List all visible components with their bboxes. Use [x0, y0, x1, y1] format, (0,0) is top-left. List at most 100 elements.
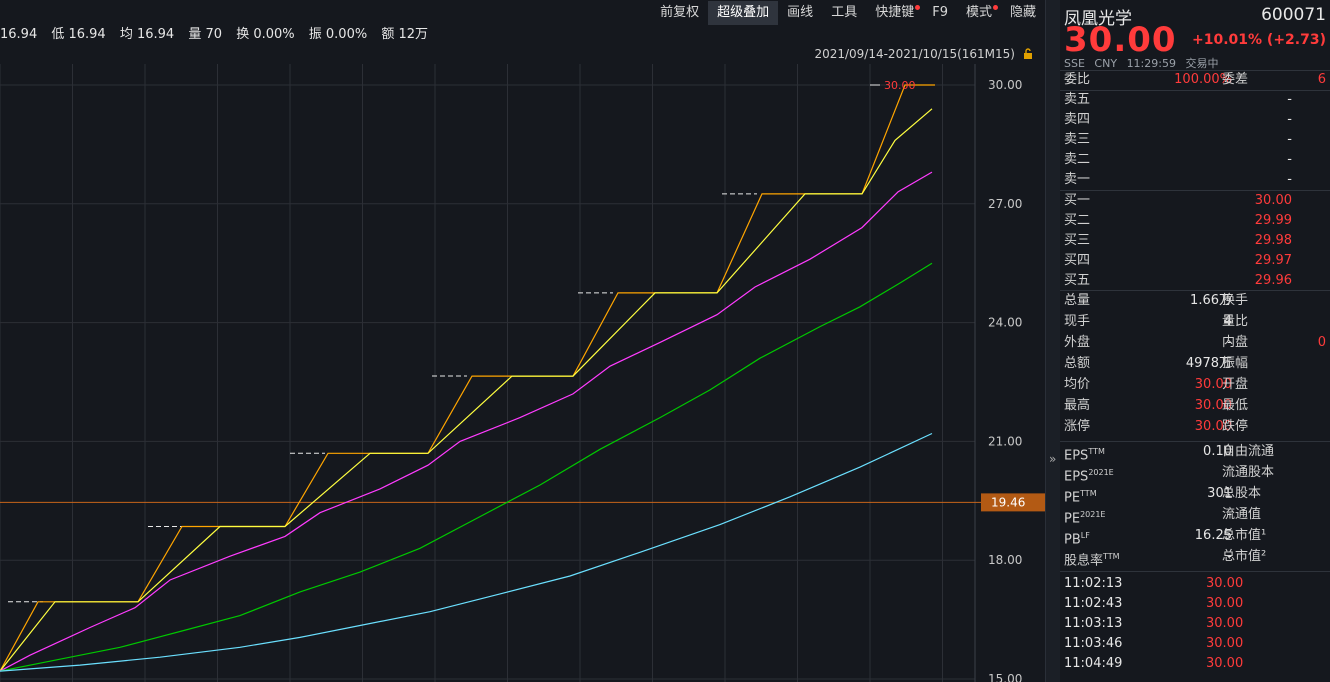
fundamental-suffix: TTM	[1088, 447, 1105, 456]
chart-toolbar: 前复权 超级叠加 画线 工具 快捷键 F9 模式 隐藏	[651, 0, 1045, 26]
fundamental-name: EPS	[1064, 469, 1089, 485]
super-overlay-button[interactable]: 超级叠加	[708, 1, 779, 25]
avg-value: 均 16.94	[119, 27, 175, 42]
y-tick-label: 24.00	[988, 316, 1022, 330]
trade-time: 11:03:13	[1064, 616, 1123, 631]
ask-label: 卖一	[1064, 172, 1091, 187]
amplitude-value: 振 0.00%	[308, 27, 368, 42]
stat-label-2: 内盘	[1222, 335, 1249, 350]
trade-price: 30.00	[1206, 636, 1244, 651]
ask-label: 卖五	[1064, 92, 1091, 107]
fundamental-suffix: 2021E	[1088, 468, 1114, 477]
f9-button[interactable]: F9	[923, 1, 957, 25]
fundamental-suffix: 2021E	[1080, 510, 1106, 519]
fundamental-suffix: TTM	[1103, 552, 1120, 561]
fundamental-name: 股息率	[1064, 553, 1104, 569]
chart-area[interactable]: 前复权 超级叠加 画线 工具 快捷键 F9 模式 隐藏 16.94 低 16.9…	[0, 0, 1045, 682]
panel-divider[interactable]: »	[1045, 0, 1061, 682]
trade-price: 30.00	[1206, 596, 1244, 611]
bid-price: 29.96	[1254, 273, 1292, 288]
fundamental-name: EPS	[1064, 448, 1089, 464]
price-info-bar: 16.94 低 16.94 均 16.94 量 70 换 0.00% 振 0.0…	[0, 26, 438, 44]
trade-time: 11:02:13	[1064, 576, 1123, 591]
stat-label-2: 跌停	[1222, 419, 1249, 434]
bid-price: 29.97	[1254, 253, 1292, 268]
y-tick-label: 27.00	[988, 197, 1022, 211]
ask-label: 卖四	[1064, 112, 1091, 127]
lock-icon[interactable]	[1023, 48, 1033, 60]
bid-price: 29.99	[1254, 213, 1292, 228]
quote-time: 11:29:59	[1126, 57, 1176, 70]
stat-label-2: 开盘	[1222, 377, 1249, 392]
trade-price: 30.00	[1206, 576, 1244, 591]
fundamental-label-2: 自由流通	[1222, 444, 1275, 459]
bid-price: 30.00	[1254, 193, 1292, 208]
fundamental-label-2: 总股本	[1222, 486, 1262, 501]
draw-line-button[interactable]: 画线	[778, 1, 822, 25]
shortcut-keys-button[interactable]: 快捷键	[866, 1, 923, 25]
adjust-forward-button[interactable]: 前复权	[651, 1, 708, 25]
ask-row: 卖五 -	[1064, 90, 1326, 110]
bid-row: 买三 29.98	[1064, 231, 1326, 251]
expand-arrow-icon[interactable]: »	[1049, 452, 1056, 466]
stat-label: 外盘	[1064, 335, 1091, 350]
fundamental-label-2: 流通值	[1222, 507, 1262, 522]
bid-row: 买五 29.96	[1064, 271, 1326, 291]
stat-row: 总额 4978万 振幅	[1064, 354, 1326, 374]
bid-label: 买二	[1064, 213, 1091, 228]
turnover-value: 换 0.00%	[236, 27, 295, 42]
fundamental-suffix: LF	[1080, 531, 1090, 540]
order-ratio-row: 委比 100.00% 委差 6	[1064, 70, 1326, 90]
stat-row: 现手 4 量比	[1064, 312, 1326, 332]
mode-button[interactable]: 模式	[957, 1, 1001, 25]
ask-price: -	[1287, 92, 1292, 107]
chart-background	[0, 64, 1045, 682]
open-value: 16.94	[0, 27, 38, 42]
stat-label-2: 最低	[1222, 398, 1249, 413]
fundamental-label-2: 总市值²	[1222, 549, 1267, 564]
stat-row: 外盘 - 内盘 0	[1064, 333, 1326, 353]
low-value: 低 16.94	[51, 27, 106, 42]
stat-label-2: 振幅	[1222, 356, 1249, 371]
y-tick-label: 18.00	[988, 553, 1022, 567]
trade-row: 11:03:13 30.00	[1064, 614, 1326, 634]
stat-label-2: 换手	[1222, 293, 1249, 308]
bid-label: 买四	[1064, 253, 1091, 268]
date-range-label: 2021/09/14-2021/10/15(161M15)	[814, 47, 1015, 61]
bid-row: 买一 30.00	[1064, 191, 1326, 211]
ask-price: -	[1287, 152, 1292, 167]
stat-row: 最高 30.00 最低	[1064, 396, 1326, 416]
bid-label: 买一	[1064, 193, 1091, 208]
fundamental-row: PBLF 16.25 总市值¹	[1064, 526, 1326, 547]
fundamental-row: EPSTTM 0.10 自由流通	[1064, 442, 1326, 464]
stat-label-2: 量比	[1222, 314, 1249, 329]
stat-label: 总额	[1064, 356, 1091, 371]
bid-label: 买三	[1064, 233, 1091, 248]
hide-button[interactable]: 隐藏	[1001, 1, 1045, 25]
last-price: 30.00	[1064, 20, 1177, 60]
stat-row: 总量 1.66万 换手	[1064, 291, 1326, 311]
stat-label: 总量	[1064, 293, 1091, 308]
trading-status: 交易中	[1185, 57, 1219, 70]
ask-row: 卖二 -	[1064, 150, 1326, 170]
ask-label: 卖二	[1064, 152, 1091, 167]
stat-row: 涨停 30.00 跌停	[1064, 417, 1326, 437]
y-tick-label: 15.00	[988, 672, 1022, 682]
fundamental-label-2: 流通股本	[1222, 465, 1275, 480]
price-chart[interactable]: 30.00 27.00 24.00 21.00 18.00 15.00 19.46 30.00	[0, 64, 1045, 682]
ask-price: -	[1287, 172, 1292, 187]
price-change: +10.01% (+2.73)	[1192, 32, 1326, 48]
tools-button[interactable]: 工具	[822, 1, 866, 25]
trade-time: 11:02:43	[1064, 596, 1123, 611]
stat-row: 均价 30.00 开盘	[1064, 375, 1326, 395]
exchange-label: SSE	[1064, 57, 1085, 70]
y-tick-label: 30.00	[988, 78, 1022, 92]
reference-label: 19.46	[991, 495, 1025, 509]
amount-value: 额 12万	[381, 27, 429, 42]
currency-label: CNY	[1094, 57, 1118, 70]
quote-meta: SSE CNY 11:29:59 交易中	[1064, 55, 1224, 71]
ask-row: 卖四 -	[1064, 110, 1326, 130]
stat-value-2: 0	[1317, 335, 1326, 350]
ask-row: 卖一 -	[1064, 170, 1326, 190]
ask-price: -	[1287, 112, 1292, 127]
